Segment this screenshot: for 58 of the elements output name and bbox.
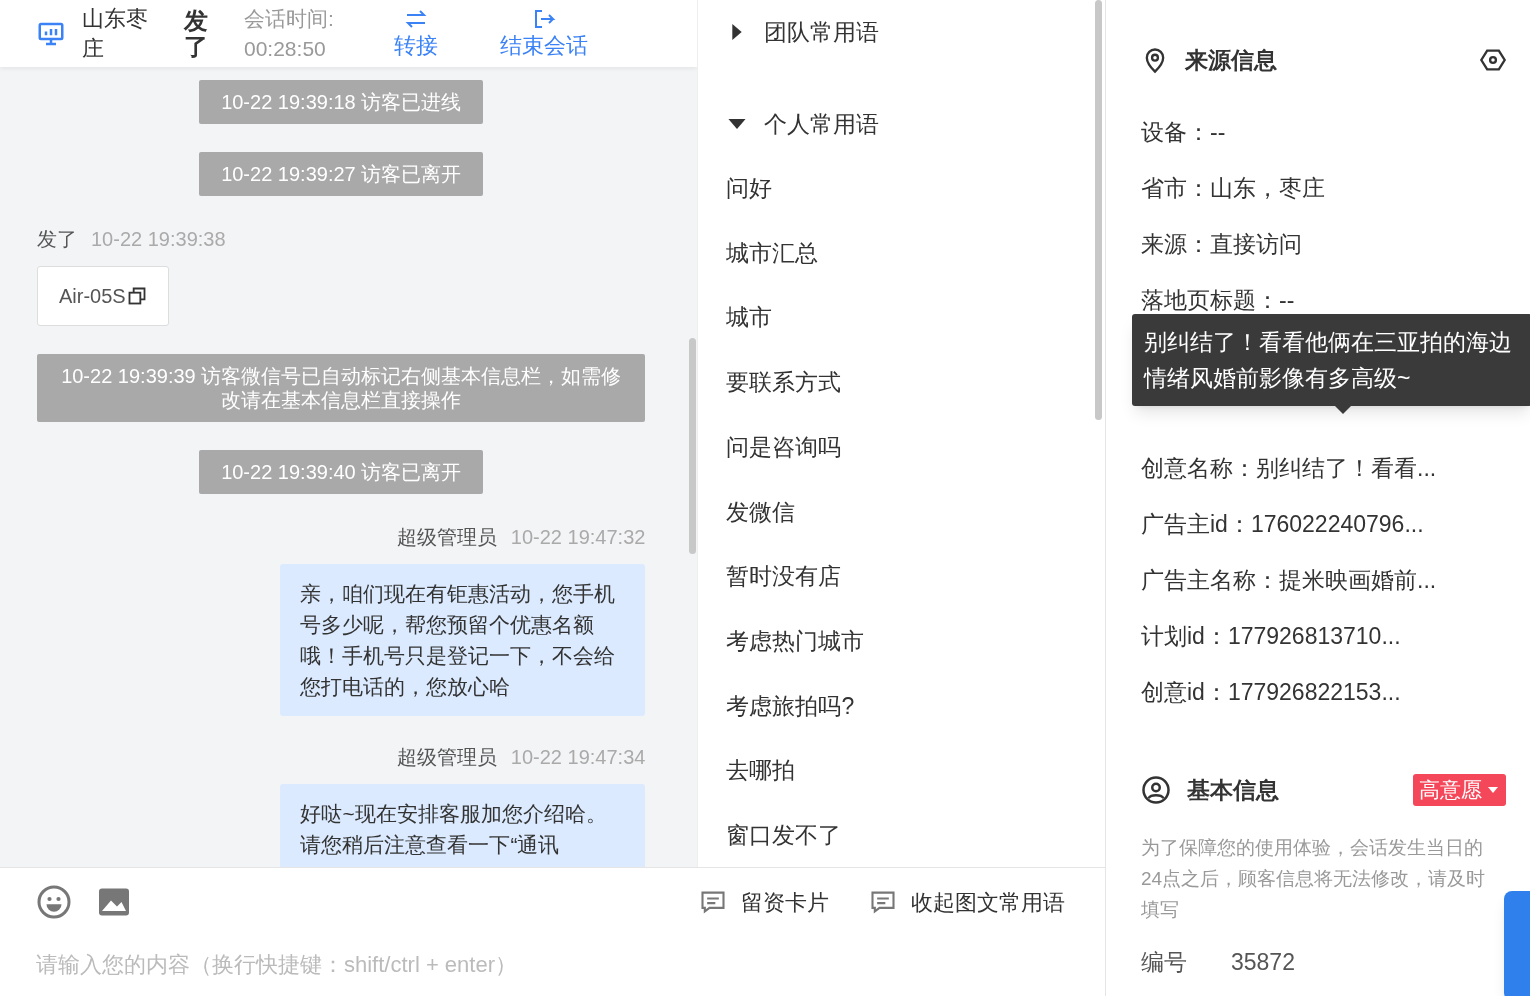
section-title: 来源信息 — [1185, 45, 1277, 75]
emoji-icon[interactable] — [36, 884, 72, 920]
scrollbar[interactable] — [689, 338, 696, 554]
phrase-item[interactable]: 城市 — [726, 285, 773, 351]
notice-text: 为了保障您的使用体验，会话发生当日的24点之后，顾客信息将无法修改，请及时填写 — [1141, 836, 1487, 922]
system-notice: 10-22 19:39:18 访客已进线 — [199, 80, 484, 124]
message-bubble: 亲，咱们现在有钜惠活动，您手机号多少呢，帮您预留个优惠名额哦！手机号只是登记一下，不会给您打电话的，您放心哈 — [280, 564, 646, 716]
message-input[interactable]: 请输入您的内容（换行快捷键：shift/ctrl + enter） — [36, 948, 1069, 981]
info-field: 来源：直接访问 — [1141, 216, 1504, 272]
phrase-item[interactable]: 暂时没有店 — [726, 544, 842, 609]
phrase-item[interactable]: 考虑热门城市 — [726, 608, 865, 674]
field-value: 35872 — [1231, 948, 1295, 977]
tooltip: 别纠结了！看看他俩在三亚拍的海边情绪风婚前影像有多高级~ — [1132, 314, 1530, 406]
phrase-group[interactable]: 个人常用语 — [726, 92, 1105, 156]
visitor-location: 山东枣庄 — [82, 4, 149, 63]
caret-right-icon — [732, 24, 743, 40]
system-notice: 10-22 19:39:27 访客已离开 — [199, 152, 484, 196]
session-time: 00:28:50 — [244, 35, 327, 62]
message-time: 10-22 19:47:32 — [510, 525, 646, 550]
toolbar-button[interactable]: 收起图文常用语 — [869, 885, 1065, 919]
field-label: 编号 — [1141, 948, 1187, 977]
info-field: 广告主id：176022240796... — [1141, 496, 1504, 552]
caret-down-icon — [728, 119, 747, 129]
phrase-item[interactable]: 城市汇总 — [726, 220, 819, 286]
intent-dropdown[interactable]: 高意愿 — [1413, 774, 1506, 806]
phrase-item[interactable]: 窗口发不了 — [726, 802, 842, 867]
sender-name: 发了 — [37, 227, 77, 252]
session-label: 会话时间: — [244, 5, 334, 32]
phrase-group[interactable]: 团队常用语 — [726, 0, 1105, 64]
phrase-item[interactable]: 发微信 — [726, 479, 796, 545]
tooltip-arrow-icon — [1335, 406, 1351, 414]
end-session-button[interactable]: 结束会话 — [499, 6, 588, 61]
info-field: 省市：山东，枣庄 — [1141, 160, 1504, 216]
message-text: Air-05S — [59, 284, 126, 309]
toolbar-button[interactable]: 留资卡片 — [699, 885, 829, 919]
phrase-item[interactable]: 问是咨询吗 — [726, 414, 842, 480]
message-bubble: 好哒~现在安排客服加您介绍哈。请您稍后注意查看一下“通讯 — [280, 784, 646, 867]
info-field: 计划id：177926813710... — [1141, 608, 1504, 664]
info-field: 创意id：177926822153... — [1141, 664, 1504, 720]
system-notice: 10-22 19:39:40 访客已离开 — [199, 450, 484, 494]
message-time: 10-22 19:39:38 — [91, 227, 226, 252]
info-field: 广告主名称：提米映画婚前... — [1141, 552, 1504, 608]
info-field: 创意名称：别纠结了！看看... — [1141, 440, 1504, 496]
visitor-name: 发了 — [184, 7, 208, 60]
phrase-item[interactable]: 去哪拍 — [726, 738, 796, 803]
info-field: 设备：-- — [1141, 104, 1504, 160]
section-title: 基本信息 — [1187, 775, 1279, 805]
phrase-item[interactable]: 考虑旅拍吗? — [726, 673, 855, 739]
system-notice: 10-22 19:39:39 访客微信号已自动标记右侧基本信息栏，如需修改请在基本信息栏直接操作 — [37, 354, 646, 422]
scrollbar[interactable] — [1095, 0, 1103, 420]
sender-name: 超级管理员 — [396, 525, 497, 550]
transfer-button[interactable]: 转接 — [393, 6, 438, 61]
message-time: 10-22 19:47:34 — [510, 745, 646, 770]
phrase-item[interactable]: 要联系方式 — [726, 350, 842, 415]
user-circle-icon — [1141, 775, 1171, 805]
phrase-item[interactable]: 问好 — [726, 156, 773, 221]
copy-icon[interactable] — [126, 286, 147, 306]
sender-name: 超级管理员 — [396, 745, 497, 770]
